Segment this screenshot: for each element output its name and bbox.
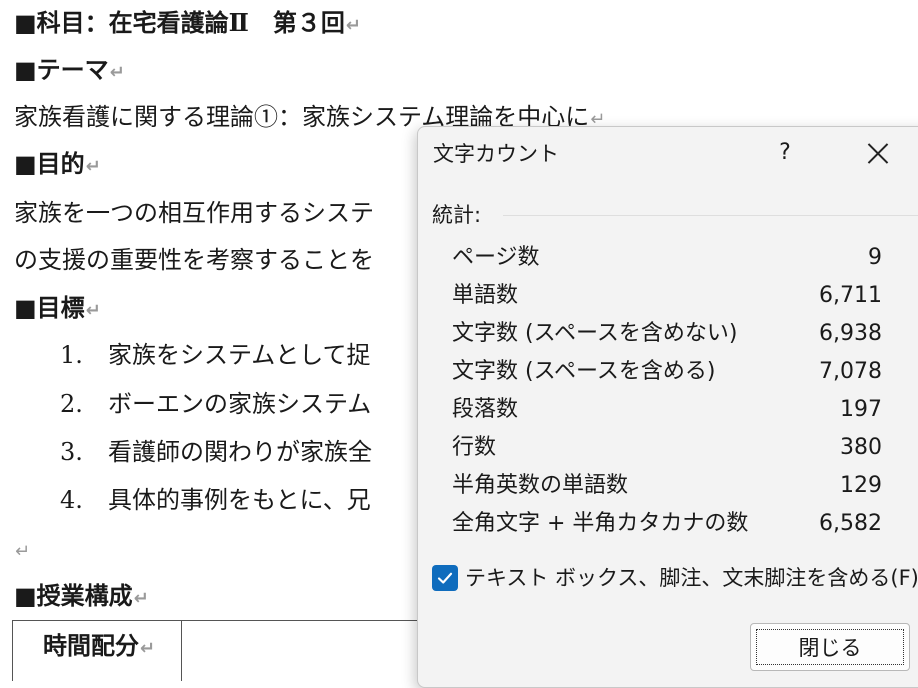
stat-label: 全角文字 + 半角カタカナの数 — [452, 511, 749, 536]
goal-number: 3. — [60, 438, 83, 466]
stat-value: 6,938 — [819, 321, 882, 346]
goal-item: 4. 具体的事例をもとに、兄 — [60, 485, 371, 515]
stat-label: 行数 — [452, 435, 497, 460]
goal-number: 1. — [60, 341, 83, 369]
goal-item: 3. 看護師の関わりが家族全 — [60, 437, 372, 467]
table-column-divider — [181, 621, 182, 681]
stat-value: 197 — [840, 397, 882, 422]
goals-heading: ■目標↵ — [14, 293, 101, 322]
purpose-heading: ■目的↵ — [14, 149, 101, 178]
purpose-text-line1: 家族を一つの相互作用するシステ — [14, 199, 374, 227]
theme-heading: ■テーマ↵ — [14, 55, 125, 84]
paragraph-mark: ↵ — [133, 588, 149, 609]
structure-heading: ■授業構成↵ — [14, 581, 149, 610]
close-button[interactable]: 閉じる — [750, 623, 910, 671]
stat-row-fullwidth-chars: 全角文字 + 半角カタカナの数 6,582 — [452, 505, 882, 543]
checkmark-icon — [437, 572, 453, 584]
stat-value: 6,711 — [819, 283, 882, 308]
purpose-text-line2: の支援の重要性を考察することを — [14, 246, 374, 274]
stat-row-lines: 行数 380 — [452, 429, 882, 467]
goal-text: 家族をシステムとして捉 — [108, 341, 371, 369]
stat-label: 文字数 (スペースを含めない) — [452, 321, 738, 346]
paragraph-mark: ↵ — [85, 156, 101, 177]
goal-number: 4. — [60, 486, 83, 514]
subject-heading: ■科目：在宅看護論Ⅱ 第３回↵ — [14, 8, 361, 37]
goal-number: 2. — [60, 390, 83, 418]
goal-text: ボーエンの家族システム — [108, 390, 372, 418]
stat-row-pages: ページ数 9 — [452, 239, 882, 277]
paragraph-mark: ↵ — [15, 541, 31, 562]
dialog-title: 文字カウント — [433, 142, 559, 166]
stat-value: 7,078 — [819, 359, 882, 384]
stat-value: 6,582 — [819, 511, 882, 536]
statistics-label: 統計: — [432, 203, 482, 227]
paragraph-mark: ↵ — [109, 62, 125, 83]
stat-row-chars-no-spaces: 文字数 (スペースを含めない) 6,938 — [452, 315, 882, 353]
include-textboxes-checkbox[interactable] — [432, 565, 458, 591]
paragraph-mark: ↵ — [140, 638, 156, 659]
stat-value: 9 — [868, 245, 882, 270]
stat-label: 文字数 (スペースを含める) — [452, 359, 716, 384]
stat-label: ページ数 — [452, 245, 540, 270]
stat-row-paragraphs: 段落数 197 — [452, 391, 882, 429]
paragraph-mark: ↵ — [85, 300, 101, 321]
include-textboxes-label[interactable]: テキスト ボックス、脚注、文末脚注を含める(F) — [465, 564, 918, 592]
help-button[interactable]: ? — [770, 137, 800, 169]
word-count-dialog: 文字カウント ? 統計: ページ数 9 単語数 6,711 文字数 (スペースを… — [417, 126, 918, 688]
close-icon[interactable] — [864, 139, 892, 167]
paragraph-mark: ↵ — [345, 15, 361, 36]
goal-text: 具体的事例をもとに、兄 — [108, 486, 371, 514]
stat-label: 段落数 — [452, 397, 519, 422]
close-button-label: 閉じる — [756, 629, 904, 665]
stat-row-chars-with-spaces: 文字数 (スペースを含める) 7,078 — [452, 353, 882, 391]
goal-item: 2. ボーエンの家族システム — [60, 389, 371, 419]
stat-label: 単語数 — [452, 283, 519, 308]
stat-value: 129 — [840, 473, 882, 498]
stat-label: 半角英数の単語数 — [452, 473, 629, 498]
stat-row-halfwidth-words: 半角英数の単語数 129 — [452, 467, 882, 505]
statistics-divider — [503, 215, 918, 216]
stat-row-words: 単語数 6,711 — [452, 277, 882, 315]
goal-item: 1. 家族をシステムとして捉 — [60, 340, 371, 370]
empty-paragraph: ↵ — [14, 534, 30, 567]
table-header-cell: 時間配分↵ — [43, 631, 156, 660]
stat-value: 380 — [840, 435, 882, 460]
goal-text: 看護師の関わりが家族全 — [108, 438, 372, 466]
